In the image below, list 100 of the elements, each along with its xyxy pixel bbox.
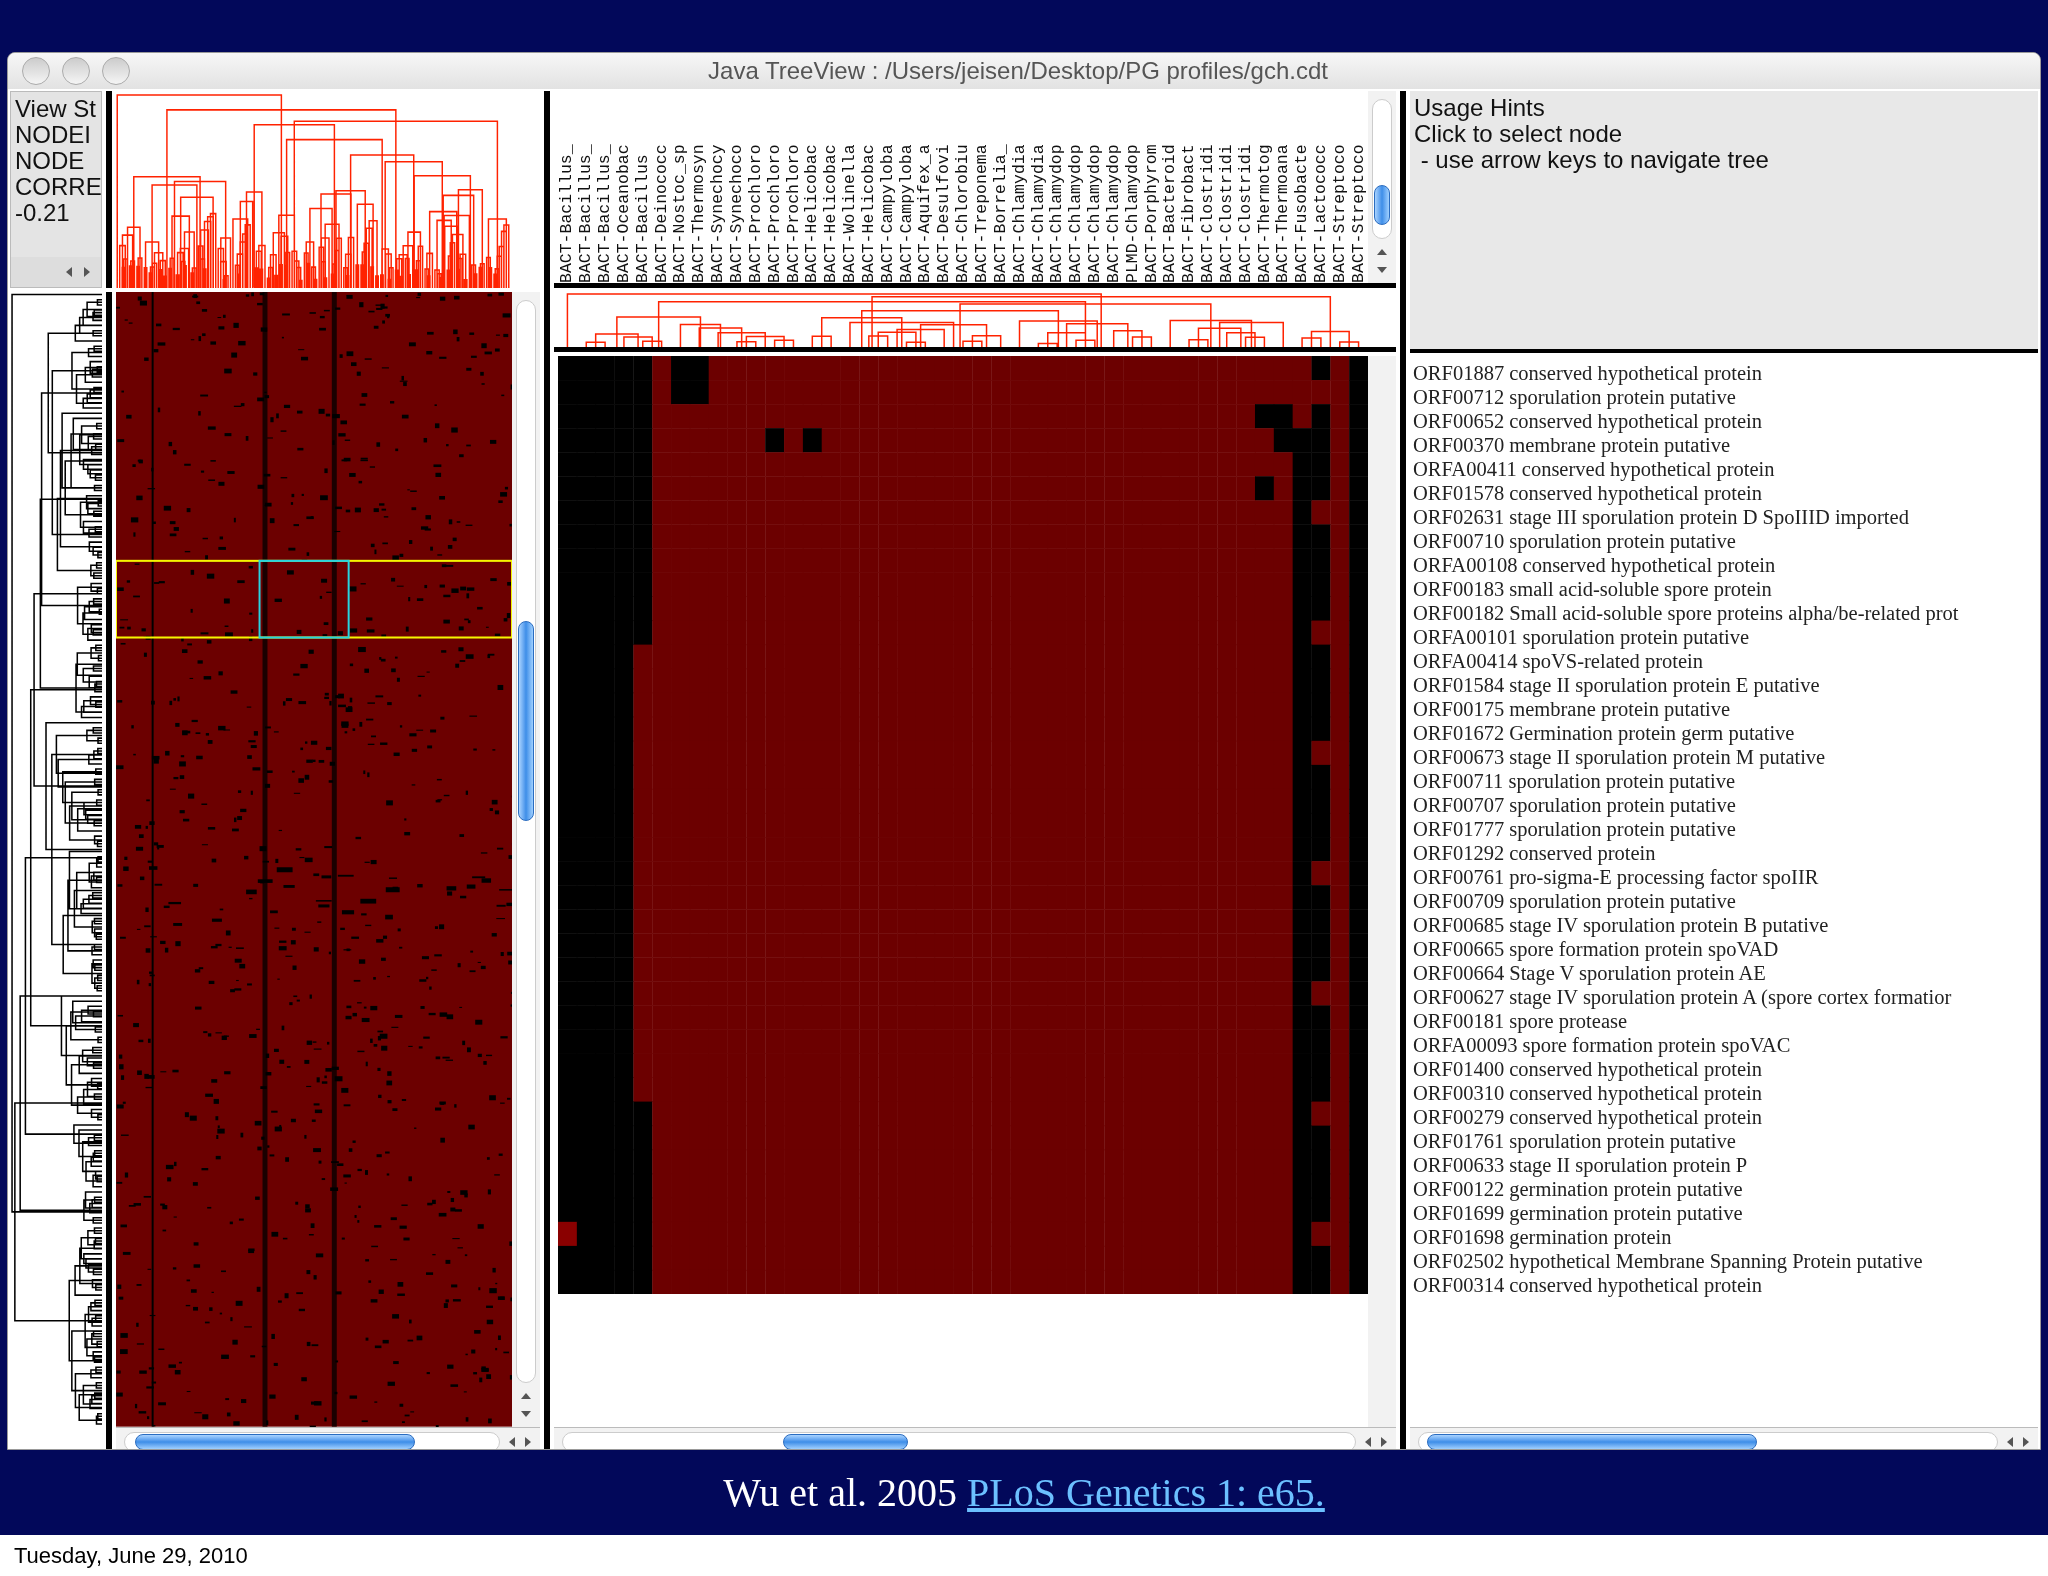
gene-label: ORF01672 Germination protein germ putative [1413, 721, 1795, 745]
column-label: BACT-Chlamydia [1010, 143, 1029, 283]
gene-label: ORF01887 conserved hypothetical protein [1413, 361, 1762, 385]
horizontal-scrollbar[interactable] [116, 1426, 540, 1449]
gene-label: ORF00710 sporulation protein putative [1413, 529, 1736, 553]
scroll-thumb[interactable] [1374, 185, 1390, 225]
column-label: BACT-Thermoana [1274, 143, 1293, 283]
column-label: BACT-Bacillus_ [596, 143, 615, 283]
column-label: BACT-Synechocy [709, 143, 728, 283]
info-text: View St [15, 96, 97, 122]
column-label: BACT-Fibrobact [1180, 143, 1199, 283]
column-label: BACT-Chlamydop [1067, 143, 1086, 283]
scroll-thumb[interactable] [135, 1434, 415, 1449]
gene-label: ORFA00411 conserved hypothetical protein [1413, 457, 1775, 481]
gene-label: ORF01761 sporulation protein putative [1413, 1129, 1736, 1153]
gene-label: ORF00712 sporulation protein putative [1413, 385, 1736, 409]
gene-label: ORF00182 Small acid-soluble spore proteins alpha/be-related prot [1413, 601, 1959, 625]
column-label: BACT-Deinococc [652, 143, 671, 283]
column-label: BACT-Helicobac [803, 143, 822, 283]
horizontal-scrollbar[interactable] [1410, 1426, 2038, 1449]
arrow-right-icon[interactable] [1380, 1435, 1388, 1449]
column-label: BACT-Bacillus_ [577, 143, 596, 283]
column-label: BACT-Streptoco [1349, 143, 1368, 283]
arrow-left-icon[interactable] [1364, 1435, 1372, 1449]
column-label: BACT-Porphyrom [1142, 143, 1161, 283]
gene-label: ORF00122 germination protein putative [1413, 1177, 1743, 1201]
hint-text: - use arrow keys to navigate tree [1419, 147, 1770, 173]
arrow-up-icon[interactable] [1376, 247, 1388, 257]
hint-text: Click to select node [1414, 121, 1624, 147]
arrow-left-icon[interactable] [2006, 1435, 2014, 1449]
column-label: BACT-Prochloro [784, 143, 803, 283]
column-label: BACT-Clostridi [1236, 143, 1255, 283]
column-label: BACT-Clostridi [1199, 143, 1218, 283]
gene-label: ORF01698 germination protein [1413, 1225, 1672, 1249]
horizontal-scrollbar[interactable] [554, 1426, 1396, 1449]
gene-label: ORF00181 spore protease [1413, 1009, 1628, 1033]
gene-label: ORF02631 stage III sporulation protein D SpoIIID imported [1413, 505, 1909, 529]
column-label: BACT-Chlamydia [1029, 143, 1048, 283]
column-label: BACT-Thermotog [1255, 143, 1274, 283]
caption-text: Wu et al. 2005 [723, 1468, 958, 1517]
window-title: Java TreeView : /Users/jeisen/Desktop/PG profiles/gch.cdt [708, 56, 1328, 86]
column-label: BACT-Bacteroid [1161, 143, 1180, 283]
column-label: BACT-Aquifex_a [916, 143, 935, 283]
column-label: BACT-Campyloba [897, 143, 916, 283]
info-text: NODE [15, 148, 86, 174]
gene-label: ORF00685 stage IV sporulation protein B putative [1413, 913, 1829, 937]
gene-label: ORF00673 stage II sporulation protein M putative [1413, 745, 1826, 769]
gene-label: ORF01699 germination protein putative [1413, 1201, 1743, 1225]
gene-label: ORFA00093 spore formation protein spoVAC [1413, 1033, 1791, 1057]
column-label: BACT-Campyloba [878, 143, 897, 283]
gene-label: ORF02502 hypothetical Membrane Spanning Protein putative [1413, 1249, 1923, 1273]
gene-label: ORF01584 stage II sporulation protein E putative [1413, 673, 1820, 697]
column-label: BACT-Fusobacte [1293, 143, 1312, 283]
gene-label: ORF00664 Stage V sporulation protein AE [1413, 961, 1766, 985]
scroll-thumb[interactable] [518, 621, 534, 821]
column-label: BACT-Chlamydop [1104, 143, 1123, 283]
gene-label: ORF00709 sporulation protein putative [1413, 889, 1736, 913]
gene-label: ORF00314 conserved hypothetical protein [1413, 1273, 1762, 1297]
column-label: BACT-Oceanobac [614, 143, 633, 283]
gene-label: ORF00175 membrane protein putative [1413, 697, 1731, 721]
column-label: BACT-Prochloro [746, 143, 765, 283]
arrow-down-icon[interactable] [520, 1408, 532, 1419]
column-label: PLMD-Chlamydop [1123, 143, 1142, 283]
gene-label: ORF01292 conserved protein [1413, 841, 1656, 865]
column-label: BACT-Streptoco [1331, 143, 1349, 283]
column-label: BACT-Bacillus_ [558, 143, 577, 283]
arrow-right-icon[interactable] [83, 265, 91, 279]
arrow-right-icon[interactable] [524, 1435, 532, 1449]
gene-label: ORFA00101 sporulation protein putative [1413, 625, 1750, 649]
usage-hints-title: Usage Hints [1414, 95, 1546, 121]
column-label: BACT-Bacillus [633, 153, 652, 283]
gene-label: ORF01777 sporulation protein putative [1413, 817, 1736, 841]
gene-label: ORFA00108 conserved hypothetical protein [1413, 553, 1776, 577]
info-text: -0.21 [15, 200, 71, 226]
date-text: Tuesday, June 29, 2010 [14, 1542, 248, 1570]
gene-label: ORF00707 sporulation protein putative [1413, 793, 1736, 817]
gene-label: ORF00652 conserved hypothetical protein [1413, 409, 1762, 433]
gene-label: ORF00633 stage II sporulation protein P [1413, 1153, 1748, 1177]
citation-link[interactable]: PLoS Genetics 1: e65. [967, 1462, 1325, 1523]
gene-label: ORF00183 small acid-soluble spore protein [1413, 577, 1772, 601]
column-label: BACT-Borrelia_ [991, 143, 1010, 283]
info-text: CORRE [15, 174, 101, 200]
info-text: NODEI [15, 122, 92, 148]
arrow-left-icon[interactable] [65, 265, 73, 279]
gene-label: ORF00665 spore formation protein spoVAD [1413, 937, 1779, 961]
column-label: BACT-Chlamydop [1048, 143, 1067, 283]
column-label: BACT-Chlamydop [1086, 143, 1105, 283]
gene-label: ORF00761 pro-sigma-E processing factor spoIIR [1413, 865, 1819, 889]
column-label: BACT-Thermosyn [690, 143, 709, 283]
scroll-thumb[interactable] [1427, 1434, 1757, 1449]
arrow-right-icon[interactable] [2022, 1435, 2030, 1449]
scroll-thumb[interactable] [783, 1434, 908, 1449]
column-label: BACT-Wolinella [841, 143, 860, 283]
gene-label: ORF00370 membrane protein putative [1413, 433, 1731, 457]
gene-label: ORF01578 conserved hypothetical protein [1413, 481, 1762, 505]
arrow-left-icon[interactable] [508, 1435, 516, 1449]
arrow-down-icon[interactable] [1376, 265, 1388, 275]
horizontal-scrollbar[interactable] [11, 257, 101, 287]
column-label: BACT-Synechoco [728, 143, 746, 283]
column-label: BACT-Chlorobiu [954, 143, 973, 283]
